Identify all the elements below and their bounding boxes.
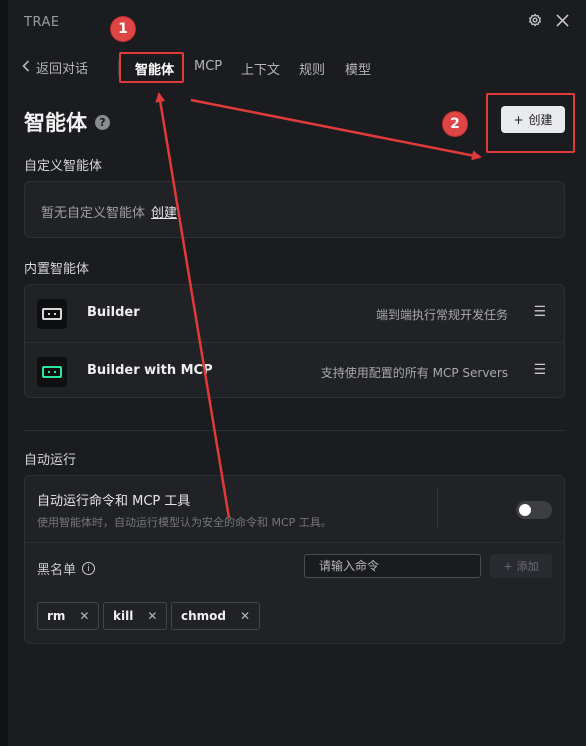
agent-row-builder[interactable]: Builder 端到端执行常规开发任务 ☰: [25, 285, 564, 342]
builder-icon: [37, 299, 67, 329]
agent-row-builder-mcp[interactable]: Builder with MCP 支持使用配置的所有 MCP Servers ☰: [25, 342, 564, 399]
custom-agents-card: 暂无自定义智能体 创建: [24, 181, 565, 238]
info-icon[interactable]: i: [82, 562, 96, 575]
list-menu-icon[interactable]: ☰: [533, 304, 546, 320]
tab-context[interactable]: 上下文: [241, 59, 280, 78]
auto-run-title: 自动运行命令和 MCP 工具: [37, 494, 191, 509]
tab-mcp[interactable]: MCP: [194, 59, 222, 74]
remove-icon[interactable]: ✕: [240, 609, 250, 623]
add-label: 添加: [516, 560, 539, 573]
app-title: TRAE: [24, 15, 60, 30]
settings-nav: 返回对话 智能体 MCP 上下文 规则 模型: [8, 50, 586, 86]
builtin-agents-card: Builder 端到端执行常规开发任务 ☰ Builder with MCP 支…: [24, 284, 565, 398]
row-divider: [25, 542, 564, 543]
back-label: 返回对话: [36, 62, 89, 77]
empty-message: 暂无自定义智能体: [41, 206, 146, 221]
toggle-knob: [519, 504, 531, 516]
top-bar: TRAE: [8, 0, 586, 46]
command-input[interactable]: [304, 554, 481, 578]
blacklist-chip-chmod: chmod ✕: [171, 602, 261, 630]
help-icon[interactable]: ?: [95, 114, 110, 130]
remove-icon[interactable]: ✕: [79, 609, 89, 623]
annotation-box-create: [486, 93, 575, 153]
plus-icon: +: [503, 559, 513, 573]
blacklist-chip-kill: kill ✕: [103, 602, 168, 630]
custom-agents-empty: 暂无自定义智能体 创建: [41, 202, 177, 221]
agent-description: 端到端执行常规开发任务: [375, 308, 508, 322]
page-title: 智能体 ?: [24, 107, 110, 137]
agent-name: Builder: [87, 305, 140, 320]
tab-rules[interactable]: 规则: [299, 59, 325, 78]
add-command-button[interactable]: + 添加: [490, 554, 552, 578]
custom-agents-heading: 自定义智能体: [24, 159, 103, 174]
blacklist-label-text: 黑名单: [37, 563, 77, 578]
chip-label: kill: [113, 609, 134, 623]
back-to-chat-link[interactable]: 返回对话: [22, 58, 88, 77]
page-title-text: 智能体: [24, 111, 87, 135]
chip-label: chmod: [181, 609, 226, 623]
tab-models[interactable]: 模型: [345, 59, 371, 78]
list-menu-icon[interactable]: ☰: [533, 362, 546, 378]
create-agent-link[interactable]: 创建: [151, 206, 177, 221]
vertical-divider: [437, 488, 438, 528]
gear-icon[interactable]: [526, 13, 544, 31]
builtin-agents-heading: 内置智能体: [24, 262, 90, 277]
agent-description: 支持使用配置的所有 MCP Servers: [320, 366, 508, 380]
agent-name: Builder with MCP: [87, 363, 213, 378]
annotation-step-1: 1: [111, 17, 135, 41]
auto-run-toggle[interactable]: [516, 501, 552, 519]
builder-mcp-icon: [37, 357, 67, 387]
section-divider: [24, 430, 565, 431]
blacklist-chip-rm: rm ✕: [37, 602, 100, 630]
auto-run-card: 自动运行命令和 MCP 工具 使用智能体时，自动运行模型认为安全的命令和 MCP…: [24, 475, 565, 644]
close-icon[interactable]: [553, 13, 571, 31]
annotation-step-2: 2: [443, 112, 467, 136]
blacklist-label: 黑名单 i: [37, 559, 96, 578]
chip-label: rm: [47, 609, 66, 623]
remove-icon[interactable]: ✕: [147, 609, 157, 623]
auto-run-heading: 自动运行: [24, 453, 77, 468]
annotation-box-agents-tab: [119, 52, 184, 83]
auto-run-description: 使用智能体时，自动运行模型认为安全的命令和 MCP 工具。: [37, 516, 332, 529]
chevron-left-icon: [22, 59, 30, 76]
